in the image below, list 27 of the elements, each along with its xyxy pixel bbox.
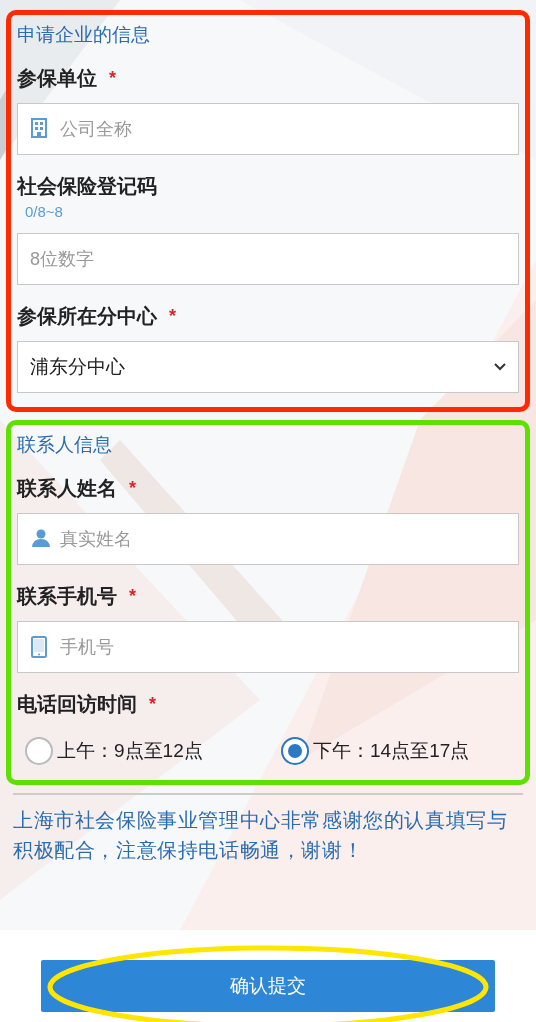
field-label: 参保所在分中心: [17, 304, 157, 329]
text-field[interactable]: 手机号: [17, 621, 519, 673]
required-mark: *: [129, 476, 136, 500]
required-mark: *: [169, 304, 176, 328]
character-counter: 0/8~8: [25, 202, 64, 222]
notice-text: 上海市社会保险事业管理中心非常感谢您的认真填写与积极配合，注意保持电话畅通，谢谢！: [13, 807, 509, 863]
radio-option[interactable]: 上午：9点至12点: [25, 737, 281, 766]
building-icon: [31, 118, 47, 138]
required-mark: *: [129, 584, 136, 608]
text-field[interactable]: 公司全称: [17, 103, 519, 155]
field-label: 联系手机号: [17, 584, 117, 609]
user-icon: [31, 528, 51, 548]
phone-icon: [31, 636, 47, 658]
dropdown-select[interactable]: 浦东分中心: [17, 341, 519, 393]
section-title: 联系人信息: [17, 433, 113, 457]
section-title: 申请企业的信息: [17, 23, 151, 47]
field-label: 电话回访时间: [17, 692, 137, 717]
radio-option[interactable]: 下午：14点至17点: [281, 737, 470, 766]
submit-button[interactable]: 确认提交: [41, 960, 495, 1012]
text-field[interactable]: 8位数字: [17, 233, 519, 285]
text-field[interactable]: 真实姓名: [17, 513, 519, 565]
required-mark: *: [149, 692, 156, 716]
field-label: 联系人姓名: [17, 476, 117, 501]
field-label: 参保单位: [17, 66, 97, 91]
required-mark: *: [109, 66, 116, 90]
chevron-down-icon: [494, 363, 506, 371]
field-label: 社会保险登记码: [17, 174, 157, 199]
